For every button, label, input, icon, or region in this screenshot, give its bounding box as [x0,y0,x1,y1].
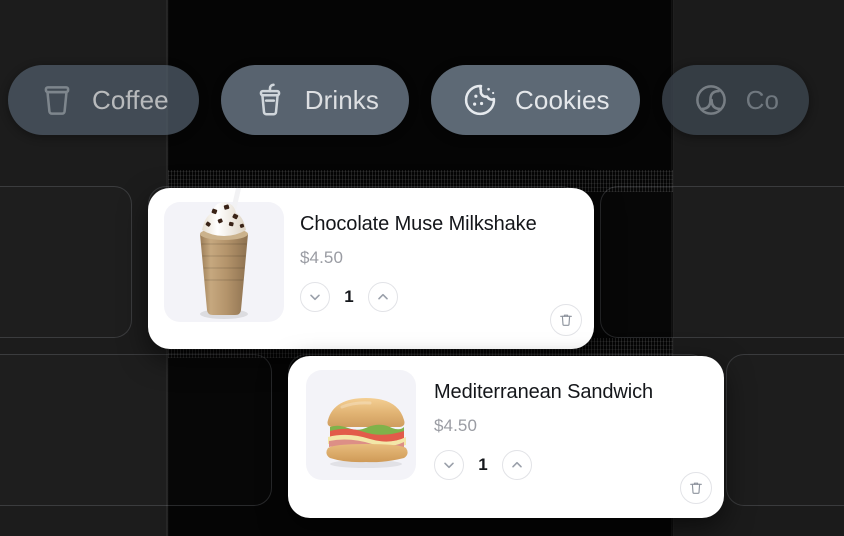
chevron-up-icon [512,461,522,468]
category-chip-coffee[interactable]: Coffee [8,65,199,135]
category-chip-row[interactable]: Coffee Drinks Cookies Co [0,64,810,136]
cart-item-card[interactable]: Mediterranean Sandwich $4.50 1 [288,356,724,518]
category-chip-cookies[interactable]: Cookies [431,65,640,135]
product-thumbnail [306,370,416,480]
chevron-down-icon [310,294,320,301]
chevron-down-icon [444,462,454,469]
cart-item-details: Chocolate Muse Milkshake $4.50 1 [284,202,594,312]
product-name: Chocolate Muse Milkshake [300,213,537,235]
cart-item-details: Mediterranean Sandwich $4.50 1 [416,370,724,480]
cart-item-card[interactable]: Chocolate Muse Milkshake $4.50 1 [148,188,594,349]
quantity-value: 1 [478,455,488,474]
placeholder-card [0,354,272,506]
product-thumbnail [164,188,284,322]
decrease-quantity-button[interactable] [434,450,464,480]
quantity-stepper[interactable]: 1 [434,450,712,480]
coffee-cup-icon [38,81,76,119]
trash-icon [560,314,572,326]
category-chip-coffee-beans[interactable]: Co [661,65,810,135]
product-price: $4.50 [434,416,478,435]
category-chip-label: Co [745,84,780,115]
category-chip-label: Cookies [515,84,610,115]
product-name: Mediterranean Sandwich [434,381,654,403]
category-chip-label: Drinks [304,84,380,115]
app-screen: Coffee Drinks Cookies Co Chocolate Muse … [0,0,844,536]
quantity-stepper[interactable]: 1 [300,282,582,312]
cookie-icon [461,81,499,119]
placeholder-card [600,186,844,338]
trash-icon [690,482,702,494]
sandwich-image [326,398,408,468]
product-price: $4.50 [300,248,344,267]
category-chip-label: Coffee [92,84,169,115]
chevron-up-icon [378,293,388,300]
milkshake-image [200,188,248,319]
decrease-quantity-button[interactable] [300,282,330,312]
soda-cup-icon [251,81,289,119]
category-chip-drinks[interactable]: Drinks [220,65,410,135]
quantity-value: 1 [344,287,354,306]
remove-item-button[interactable] [680,472,712,504]
coffee-bean-icon [692,81,730,119]
remove-item-button[interactable] [550,304,582,336]
increase-quantity-button[interactable] [502,450,532,480]
placeholder-card [0,186,132,338]
placeholder-card [726,354,844,506]
increase-quantity-button[interactable] [368,282,398,312]
